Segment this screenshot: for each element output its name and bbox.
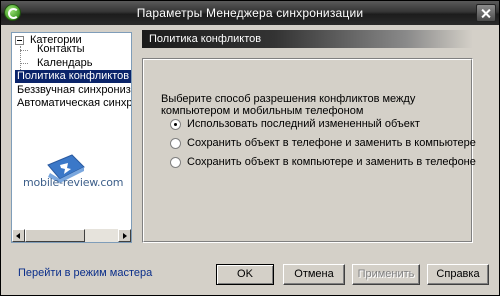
tree-item-conflict-policy[interactable]: Политика конфликтов bbox=[15, 70, 131, 83]
option-use-latest[interactable]: Использовать последний измененный объект bbox=[170, 117, 420, 131]
option-keep-computer[interactable]: Сохранить объект в компьютере и заменить… bbox=[170, 155, 476, 169]
cancel-button[interactable]: Отмена bbox=[283, 264, 345, 285]
scroll-left-icon[interactable] bbox=[12, 229, 25, 242]
tree-item-auto-sync[interactable]: Автоматическая синхронизация bbox=[17, 97, 131, 110]
tree-item-silent-sync[interactable]: Беззвучная синхронизация bbox=[17, 84, 131, 97]
wizard-mode-link[interactable]: Перейти в режим мастера bbox=[18, 267, 152, 279]
option-label: Использовать последний измененный объект bbox=[187, 118, 420, 130]
option-keep-phone[interactable]: Сохранить объект в телефоне и заменить в… bbox=[170, 136, 476, 150]
settings-tree: Категории Контакты Календарь Политика ко… bbox=[11, 32, 132, 243]
tree-connector bbox=[20, 63, 28, 64]
option-label: Сохранить объект в компьютере и заменить… bbox=[187, 156, 476, 168]
close-button[interactable] bbox=[476, 4, 496, 22]
tree-connector bbox=[20, 50, 28, 51]
section-header: Политика конфликтов bbox=[142, 30, 473, 48]
tree-item-contacts[interactable]: Контакты bbox=[37, 43, 85, 56]
horizontal-scrollbar[interactable] bbox=[12, 229, 131, 242]
collapse-icon[interactable] bbox=[15, 36, 24, 45]
scroll-right-icon[interactable] bbox=[118, 229, 131, 242]
options-group-box bbox=[142, 58, 473, 243]
radio-icon[interactable] bbox=[170, 137, 181, 149]
scroll-thumb[interactable] bbox=[25, 229, 85, 242]
ok-button[interactable]: OK bbox=[216, 264, 274, 285]
radio-icon[interactable] bbox=[170, 156, 181, 168]
watermark-text: mobile-review.com bbox=[23, 176, 124, 189]
apply-button[interactable]: Применить bbox=[352, 264, 420, 285]
help-button[interactable]: Справка bbox=[427, 264, 489, 285]
conflict-question: Выберите способ разрешения конфликтов ме… bbox=[161, 93, 416, 117]
radio-icon-checked[interactable] bbox=[170, 118, 181, 130]
tree-item-calendar[interactable]: Календарь bbox=[37, 57, 93, 70]
option-label: Сохранить объект в телефоне и заменить в… bbox=[187, 137, 476, 149]
title-bar[interactable]: Параметры Менеджера синхронизации bbox=[1, 1, 499, 25]
window-title: Параметры Менеджера синхронизации bbox=[136, 6, 364, 20]
sync-settings-dialog: Параметры Менеджера синхронизации Катего… bbox=[0, 0, 500, 296]
